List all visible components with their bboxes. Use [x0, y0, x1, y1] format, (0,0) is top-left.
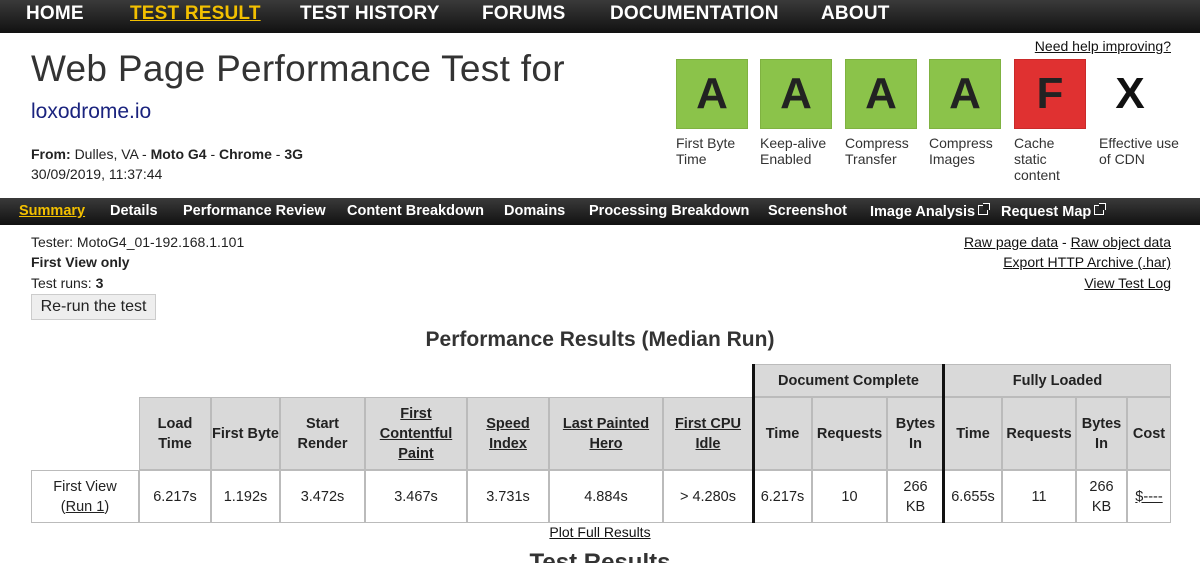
external-link-icon — [978, 203, 991, 215]
plot-full-results-link[interactable]: Plot Full Results — [0, 524, 1200, 540]
tab-request-map[interactable]: Request Map — [1001, 204, 1091, 220]
export-har-link[interactable]: Export HTTP Archive (.har) — [1003, 254, 1171, 270]
val-first-byte: 1.192s — [211, 470, 280, 523]
grade-label: Compress Transfer — [845, 135, 909, 167]
results-tabs: Summary Details Performance Review Conte… — [0, 198, 1200, 225]
grade-badge: A — [845, 59, 917, 129]
grade-badge: A — [929, 59, 1001, 129]
row-label-first-view: First View (Run 1) — [31, 470, 139, 523]
nav-documentation[interactable]: DOCUMENTATION — [610, 3, 779, 25]
view-mode: First View only — [31, 254, 130, 270]
grade-compress-transfer[interactable]: A Compress Transfer — [845, 59, 917, 167]
val-fl-requests: 11 — [1002, 470, 1076, 523]
grade-cdn[interactable]: X Effective use of CDN — [1099, 59, 1179, 167]
external-link-icon — [1094, 203, 1107, 215]
separator-fully-loaded — [942, 364, 945, 523]
top-nav: HOME TEST RESULT TEST HISTORY FORUMS DOC… — [0, 0, 1200, 33]
col-first-contentful-paint[interactable]: First Contentful Paint — [365, 397, 467, 470]
val-start-render: 3.472s — [280, 470, 365, 523]
val-load-time: 6.217s — [139, 470, 211, 523]
tab-image-analysis-wrap[interactable]: Image Analysis — [870, 203, 991, 221]
group-fully-loaded: Fully Loaded — [944, 364, 1171, 397]
raw-page-data-link[interactable]: Raw page data — [964, 234, 1058, 250]
rerun-test-button[interactable]: Re-run the test — [31, 294, 156, 320]
col-fl-bytes: Bytes In — [1076, 397, 1127, 470]
tab-domains[interactable]: Domains — [504, 203, 565, 219]
tested-url: loxodrome.io — [31, 100, 152, 123]
next-section-title: Test Results — [0, 553, 1200, 563]
nav-home[interactable]: HOME — [26, 3, 84, 25]
col-doc-time: Time — [753, 397, 812, 470]
col-first-cpu-idle[interactable]: First CPU Idle — [663, 397, 753, 470]
tab-request-map-wrap[interactable]: Request Map — [1001, 203, 1107, 221]
col-doc-requests: Requests — [812, 397, 887, 470]
tab-screenshot[interactable]: Screenshot — [768, 203, 847, 219]
grade-badge: X — [1115, 69, 1145, 118]
val-doc-requests: 10 — [812, 470, 887, 523]
col-cost: Cost — [1127, 397, 1171, 470]
nav-test-result[interactable]: TEST RESULT — [130, 3, 261, 25]
val-fcp: 3.467s — [365, 470, 467, 523]
val-first-cpu-idle: > 4.280s — [663, 470, 753, 523]
help-link[interactable]: Need help improving? — [1035, 38, 1171, 54]
val-fl-bytes: 266 KB — [1076, 470, 1127, 523]
tab-processing-breakdown[interactable]: Processing Breakdown — [589, 203, 749, 219]
results-section-title: Performance Results (Median Run) — [425, 328, 775, 351]
nav-test-history[interactable]: TEST HISTORY — [300, 3, 440, 25]
grade-label: Compress Images — [929, 135, 993, 167]
val-speed-index: 3.731s — [467, 470, 549, 523]
test-datetime: 30/09/2019, 11:37:44 — [31, 166, 163, 182]
grade-badge: A — [760, 59, 832, 129]
tab-details[interactable]: Details — [110, 203, 158, 219]
test-location: From: Dulles, VA - Moto G4 - Chrome - 3G — [31, 146, 304, 162]
raw-object-data-link[interactable]: Raw object data — [1071, 234, 1171, 250]
col-speed-index[interactable]: Speed Index — [467, 397, 549, 470]
run-1-link[interactable]: Run 1 — [66, 499, 105, 515]
col-doc-bytes: Bytes In — [887, 397, 944, 470]
separator-document-complete — [752, 364, 755, 523]
page-title: Web Page Performance Test for — [31, 48, 565, 89]
val-last-painted-hero: 4.884s — [549, 470, 663, 523]
nav-forums[interactable]: FORUMS — [482, 3, 566, 25]
grade-badge: A — [676, 59, 748, 129]
grade-first-byte[interactable]: A First Byte Time — [676, 59, 748, 167]
view-test-log-link[interactable]: View Test Log — [1084, 275, 1171, 291]
tab-summary[interactable]: Summary — [19, 203, 85, 219]
tester-info: Tester: MotoG4_01-192.168.1.101 — [31, 234, 245, 250]
col-fl-time: Time — [944, 397, 1002, 470]
grade-label: Cache static content — [1014, 135, 1060, 183]
col-start-render: Start Render — [280, 397, 365, 470]
col-first-byte: First Byte — [211, 397, 280, 470]
col-fl-requests: Requests — [1002, 397, 1076, 470]
grade-keep-alive[interactable]: A Keep-alive Enabled — [760, 59, 832, 167]
cost-link[interactable]: $---- — [1127, 470, 1171, 523]
grade-cache-static[interactable]: F Cache static content — [1014, 59, 1086, 183]
tab-performance-review[interactable]: Performance Review — [183, 203, 326, 219]
col-load-time: Load Time — [139, 397, 211, 470]
grade-badge: F — [1014, 59, 1086, 129]
val-doc-time: 6.217s — [753, 470, 812, 523]
test-runs: Test runs: 3 — [31, 275, 104, 291]
grade-compress-images[interactable]: A Compress Images — [929, 59, 1001, 167]
nav-about[interactable]: ABOUT — [821, 3, 890, 25]
tab-content-breakdown[interactable]: Content Breakdown — [347, 203, 484, 219]
val-doc-bytes: 266 KB — [887, 470, 944, 523]
grade-label: Effective use of CDN — [1099, 135, 1179, 167]
tab-image-analysis[interactable]: Image Analysis — [870, 204, 975, 220]
col-last-painted-hero[interactable]: Last Painted Hero — [549, 397, 663, 470]
val-fl-time: 6.655s — [944, 470, 1002, 523]
raw-data-links: Raw page data - Raw object data — [963, 234, 1171, 250]
grade-label: Keep-alive Enabled — [760, 135, 827, 167]
group-document-complete: Document Complete — [753, 364, 944, 397]
grade-label: First Byte Time — [676, 135, 736, 167]
